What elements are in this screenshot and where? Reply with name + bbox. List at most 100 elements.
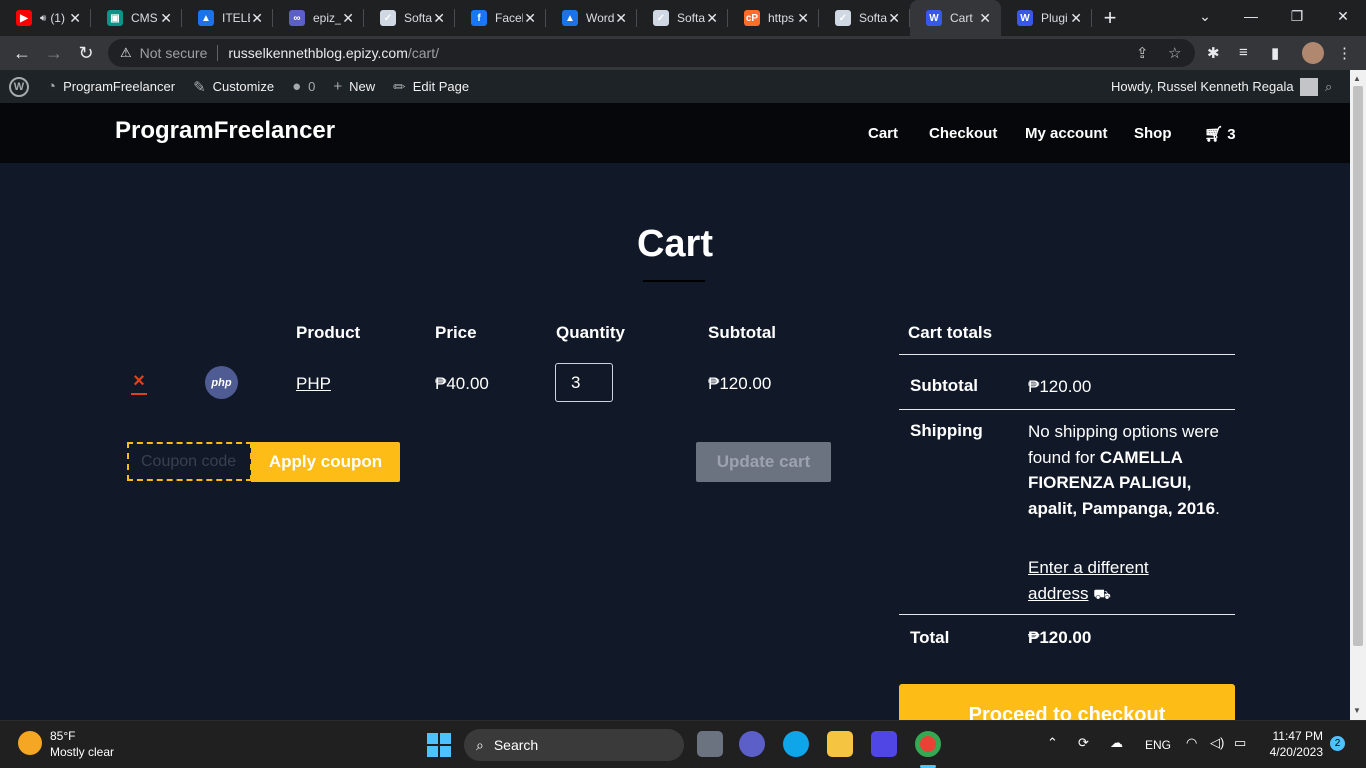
subtotal-label: Subtotal [910,376,978,395]
close-tab-icon[interactable]: ✕ [433,9,445,27]
tab-title: epiz_ [313,11,341,25]
scrollbar-thumb[interactable] [1353,86,1363,646]
weather-moon-icon[interactable] [18,731,42,755]
reload-icon[interactable]: ↻ [70,37,102,69]
audio-playing-icon[interactable]: 🔊︎ [40,13,46,24]
admin-search-icon[interactable]: ⌕ [1316,70,1341,103]
admin-site-name[interactable]: ◔ ProgramFreelancer [38,70,184,103]
volume-icon[interactable]: ◁) [1210,735,1224,751]
update-cart-button[interactable]: Update cart [696,442,831,482]
close-tab-icon[interactable]: ✕ [69,9,81,27]
side-panel-icon[interactable]: ▮ [1271,44,1279,62]
col-price: Price [435,323,477,342]
app-icon[interactable] [871,731,897,757]
close-tab-icon[interactable]: ✕ [979,9,991,27]
browser-tab[interactable]: ✓ Softa ✕ [819,0,910,36]
language-indicator[interactable]: ENG [1145,738,1171,752]
close-tab-icon[interactable]: ✕ [160,9,172,27]
clock-time[interactable]: 11:47 PM [1268,729,1323,743]
quantity-input[interactable]: 3 [555,363,613,402]
browser-tab[interactable]: ▲ ITELE✕ [182,0,273,36]
cart-icon: 🛒︎ [1204,126,1224,143]
new-tab-icon[interactable]: + [1092,0,1128,36]
truck-icon: ⛟ [1093,585,1111,602]
bookmark-star-icon[interactable]: ☆ [1168,44,1181,62]
admin-edit-page[interactable]: ✏ Edit Page [384,70,478,103]
profile-avatar[interactable] [1302,42,1324,64]
extensions-icon[interactable]: ✱ [1207,44,1220,62]
close-tab-icon[interactable]: ✕ [615,9,627,27]
weather-temp[interactable]: 85°F [50,729,75,743]
close-window-icon[interactable]: ✕ [1320,0,1366,32]
taskbar-search[interactable]: ⌕ Search [464,729,684,761]
admin-customize[interactable]: ✎ Customize [184,70,283,103]
browser-tab[interactable]: ▶ 🔊︎ (1) ✕ [0,0,91,36]
media-control-icon[interactable]: ≡ [1239,44,1248,61]
wordpress-logo[interactable]: W [0,70,38,103]
task-view-icon[interactable] [697,731,723,757]
notification-badge[interactable]: 2 [1330,736,1345,751]
battery-icon[interactable]: ▭ [1234,735,1246,751]
browser-tab[interactable]: cP https ✕ [728,0,819,36]
start-icon[interactable] [427,733,451,757]
close-tab-icon[interactable]: ✕ [888,9,900,27]
search-icon: ⌕ [476,736,484,753]
close-tab-icon[interactable]: ✕ [251,9,263,27]
browser-tab[interactable]: ✓ Softa ✕ [637,0,728,36]
nav-my-account[interactable]: My account [1025,125,1108,142]
admin-account[interactable]: Howdy, Russel Kenneth Regala [1102,70,1327,103]
change-address-link[interactable]: Enter a different address ⛟ [1028,555,1178,607]
softaculous-icon: ✓ [835,10,851,26]
page-scrollbar[interactable]: ▲ ▼ [1350,70,1366,720]
product-thumbnail[interactable]: php [205,366,238,399]
nav-checkout[interactable]: Checkout [929,125,997,142]
tab-search-icon[interactable]: ⌄ [1182,0,1228,32]
close-tab-icon[interactable]: ✕ [342,9,354,27]
browser-tab[interactable]: ▣ CMS ✕ [91,0,182,36]
browser-tab[interactable]: ▲ Word ✕ [546,0,637,36]
file-explorer-icon[interactable] [827,731,853,757]
nav-shop[interactable]: Shop [1134,125,1172,142]
scroll-down-icon[interactable]: ▼ [1353,706,1361,715]
close-tab-icon[interactable]: ✕ [524,9,536,27]
address-bar[interactable]: ⚠ Not secure russelkennethblog.epizy.com… [108,39,1195,67]
apply-coupon-button[interactable]: Apply coupon [251,442,400,482]
teams-chat-icon[interactable] [739,731,765,757]
site-brand[interactable]: ProgramFreelancer [115,117,335,145]
chrome-icon[interactable] [915,731,941,757]
nav-cart[interactable]: Cart [868,125,898,142]
remove-item-icon[interactable]: × [131,371,147,395]
back-icon[interactable]: ← [6,37,38,69]
browser-tab[interactable]: ∞ epiz_ ✕ [273,0,364,36]
cart-totals-title: Cart totals [908,323,993,342]
onedrive-icon[interactable]: ☁ [1110,735,1123,751]
scroll-up-icon[interactable]: ▲ [1353,74,1361,83]
google-drive-icon: ▲ [562,10,578,26]
minimize-icon[interactable]: — [1228,0,1274,32]
sync-icon[interactable]: ⟳ [1078,735,1089,751]
close-tab-icon[interactable]: ✕ [797,9,809,27]
browser-tab[interactable]: ✓ Softa ✕ [364,0,455,36]
browser-menu-icon[interactable]: ⋮ [1337,44,1352,62]
shipping-label: Shipping [910,421,983,440]
dashboard-icon: ◔ [47,78,57,95]
close-tab-icon[interactable]: ✕ [1070,9,1082,27]
browser-tab[interactable]: W Plugi ✕ [1001,0,1092,36]
item-price: ₱40.00 [435,374,489,393]
infinity-icon: ∞ [289,10,305,26]
wifi-icon[interactable]: ◠ [1186,735,1197,751]
maximize-icon[interactable]: ❐ [1274,0,1320,32]
admin-new[interactable]: + New [324,70,384,103]
product-link[interactable]: PHP [296,374,331,394]
browser-tab[interactable]: W Cart ✕ [910,0,1001,36]
header-cart[interactable]: 🛒︎ 3 [1204,125,1236,143]
coupon-input[interactable]: Coupon code [127,442,252,481]
forward-icon[interactable]: → [38,37,70,69]
tray-overflow-icon[interactable]: ⌃ [1047,735,1058,751]
edge-icon[interactable] [783,731,809,757]
browser-tab[interactable]: f Facel ✕ [455,0,546,36]
close-tab-icon[interactable]: ✕ [706,9,718,27]
cart-page: Cart Product Price Quantity Subtotal × p… [0,163,1350,734]
share-icon[interactable]: ⇪ [1136,44,1149,62]
admin-comments[interactable]: ● 0 [283,70,324,103]
